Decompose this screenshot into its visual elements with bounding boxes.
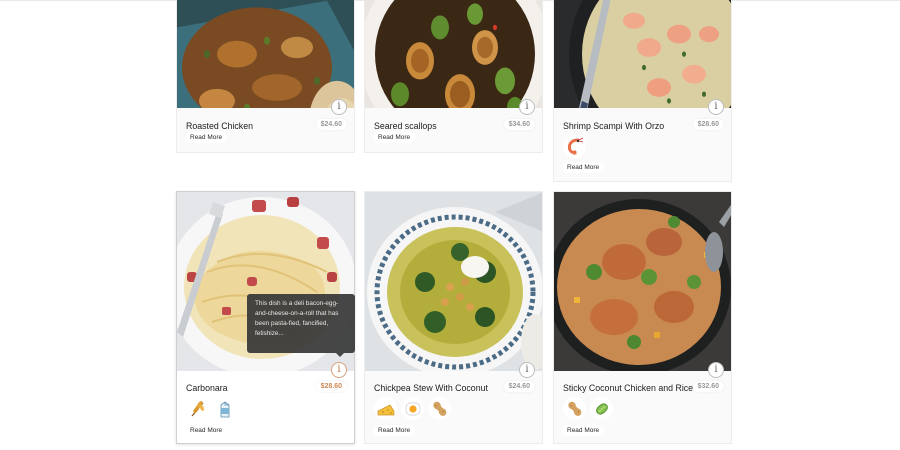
read-more-button[interactable]: Read More: [185, 132, 228, 143]
dish-title: Chickpea Stew With Coconut: [374, 383, 488, 393]
wheat-icon: [186, 397, 209, 420]
info-icon[interactable]: i: [519, 362, 535, 378]
ingredient-icons: [374, 397, 451, 420]
price-badge: $34.60: [503, 119, 535, 130]
milk-carton-icon: [213, 397, 236, 420]
menu-card-seared-scallops[interactable]: i Seared scallops $34.60 Read More: [364, 0, 543, 153]
egg-icon: [401, 397, 424, 420]
menu-card-chickpea-stew[interactable]: i Chickpea Stew With Coconut $24.60 Read…: [364, 191, 543, 444]
info-icon[interactable]: i: [708, 362, 724, 378]
ingredient-icons: [186, 397, 236, 420]
read-more-button[interactable]: Read More: [373, 132, 416, 143]
seared-scallops-photo[interactable]: [365, 0, 542, 108]
read-more-button[interactable]: Read More: [562, 162, 605, 173]
shrimp-scampi-photo[interactable]: [554, 0, 731, 108]
peanut-icon: [428, 397, 451, 420]
peanut-icon: [563, 397, 586, 420]
info-icon[interactable]: i: [519, 99, 535, 115]
read-more-button[interactable]: Read More: [185, 425, 228, 436]
read-more-button[interactable]: Read More: [373, 425, 416, 436]
ingredient-icons: [563, 397, 613, 420]
menu-card-roasted-chicken[interactable]: i Roasted Chicken $24.60 Read More: [176, 0, 355, 153]
shrimp-icon: [563, 135, 586, 158]
price-badge: $28.60: [315, 381, 347, 392]
menu-card-coconut-chicken-rice[interactable]: i Sticky Coconut Chicken and Rice $32.60…: [553, 191, 732, 444]
coconut-chicken-rice-photo[interactable]: [554, 192, 731, 371]
soybean-icon: [590, 397, 613, 420]
price-badge: $24.60: [503, 381, 535, 392]
menu-card-shrimp-scampi[interactable]: i Shrimp Scampi With Orzo $28.60 Read Mo…: [553, 0, 732, 182]
dish-title: Sticky Coconut Chicken and Rice: [563, 383, 694, 393]
price-badge: $28.60: [692, 119, 724, 130]
roasted-chicken-photo[interactable]: [177, 0, 354, 108]
price-badge: $32.60: [692, 381, 724, 392]
dish-description-tooltip: This dish is a deli bacon-egg-and-cheese…: [247, 294, 355, 353]
info-icon[interactable]: i: [331, 99, 347, 115]
tooltip-arrow: [336, 353, 344, 357]
dish-title: Shrimp Scampi With Orzo: [563, 121, 665, 131]
dish-title: Seared scallops: [374, 121, 437, 131]
chickpea-stew-photo[interactable]: [365, 192, 542, 371]
info-icon[interactable]: i: [708, 99, 724, 115]
price-badge: $24.60: [315, 119, 347, 130]
info-icon[interactable]: i: [331, 362, 347, 378]
dish-title: Roasted Chicken: [186, 121, 253, 131]
ingredient-icons: [563, 135, 586, 158]
cheese-icon: [374, 397, 397, 420]
read-more-button[interactable]: Read More: [562, 425, 605, 436]
dish-title: Carbonara: [186, 383, 228, 393]
